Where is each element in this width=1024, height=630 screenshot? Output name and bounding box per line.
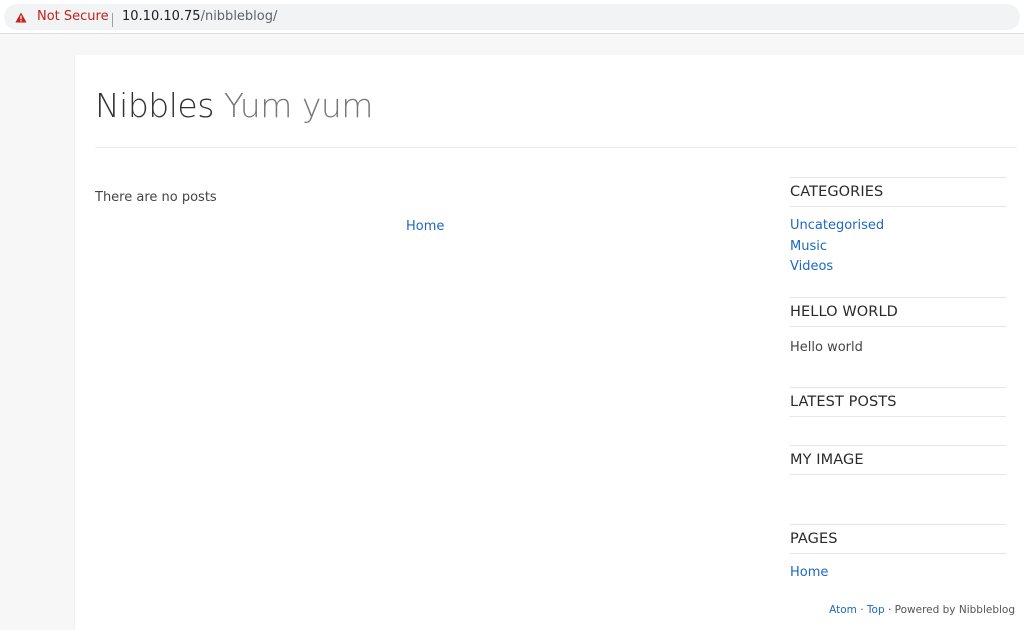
browser-address-bar: Not Secure 10.10.10.75/nibbleblog/ — [0, 0, 1024, 34]
widget-latest-posts: LATEST POSTS — [790, 387, 1006, 417]
site-name: Nibbles — [95, 86, 214, 125]
widget-hello-world: HELLO WORLD Hello world — [790, 297, 1006, 357]
category-list: Uncategorised Music Videos — [790, 216, 1006, 278]
widget-title-pages: PAGES — [790, 524, 1006, 554]
blog-page: Nibbles Yum yum There are no posts Home … — [74, 55, 1024, 630]
url-host: 10.10.10.75 — [122, 9, 201, 24]
pages-list: Home — [790, 563, 1006, 584]
list-item: Home — [790, 563, 1006, 584]
url-path: /nibbleblog/ — [200, 9, 278, 24]
footer-separator: · — [856, 604, 867, 616]
list-item: Uncategorised — [790, 216, 1006, 237]
url-text[interactable]: 10.10.10.75/nibbleblog/ — [122, 9, 277, 25]
no-posts-message: There are no posts — [95, 190, 217, 205]
pages-link-home[interactable]: Home — [790, 565, 828, 580]
list-item: Videos — [790, 257, 1006, 278]
category-link-music[interactable]: Music — [790, 239, 827, 254]
header-divider — [95, 147, 1017, 148]
category-link-uncategorised[interactable]: Uncategorised — [790, 218, 884, 233]
widget-my-image: MY IMAGE — [790, 445, 1006, 475]
widget-pages: PAGES Home — [790, 524, 1006, 584]
footer-atom-link[interactable]: Atom — [829, 604, 857, 616]
footer-powered-by: · Powered by Nibbleblog — [884, 604, 1015, 616]
site-title: Nibbles Yum yum — [95, 85, 373, 127]
hello-world-text: Hello world — [790, 340, 863, 355]
widget-categories: CATEGORIES Uncategorised Music Videos — [790, 177, 1006, 278]
footer: Atom · Top · Powered by Nibbleblog — [829, 603, 1015, 617]
security-status[interactable]: Not Secure — [37, 9, 109, 25]
address-separator — [112, 13, 113, 27]
warning-triangle-icon[interactable] — [15, 12, 27, 23]
widget-title-latest-posts: LATEST POSTS — [790, 387, 1006, 417]
pager-home-link[interactable]: Home — [406, 218, 444, 236]
category-link-videos[interactable]: Videos — [790, 259, 833, 274]
list-item: Music — [790, 237, 1006, 258]
widget-title-hello-world: HELLO WORLD — [790, 297, 1006, 327]
site-slogan: Yum yum — [223, 86, 374, 125]
omnibox[interactable]: Not Secure 10.10.10.75/nibbleblog/ — [4, 4, 1020, 30]
widget-title-categories: CATEGORIES — [790, 177, 1006, 207]
widget-title-my-image: MY IMAGE — [790, 445, 1006, 475]
footer-top-link[interactable]: Top — [867, 604, 885, 616]
